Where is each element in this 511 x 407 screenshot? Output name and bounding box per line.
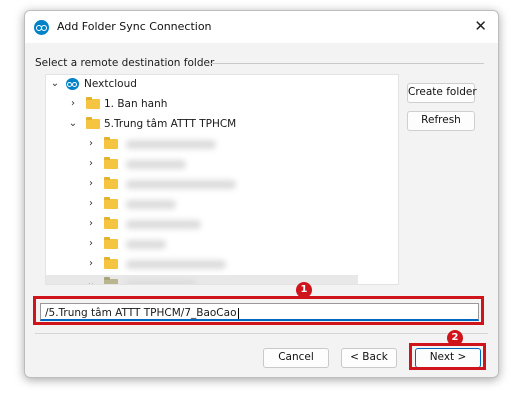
tree-item-redacted[interactable]: › <box>46 215 386 233</box>
redacted-label <box>126 220 201 229</box>
highlight-next-button <box>409 343 486 370</box>
folder-icon <box>104 237 118 249</box>
tree-item-ban-hanh[interactable]: › 1. Ban hanh <box>46 95 386 113</box>
tree-item-redacted[interactable]: › <box>46 195 386 213</box>
folder-tree[interactable]: ⌄ Nextcloud › 1. Ban hanh ⌄ 5.Trung tâm … <box>45 74 399 285</box>
chevron-right-icon[interactable]: › <box>86 195 96 213</box>
title-bar: Add Folder Sync Connection ✕ <box>25 11 498 43</box>
footer-divider <box>35 333 488 334</box>
folder-icon <box>104 217 118 229</box>
chevron-down-icon[interactable]: ⌄ <box>86 275 96 284</box>
redacted-label <box>126 160 186 169</box>
tree-item-redacted[interactable]: › <box>46 235 386 253</box>
create-folder-button[interactable]: Create folder <box>407 83 477 103</box>
redacted-label <box>126 280 196 284</box>
back-button[interactable]: < Back <box>341 348 397 368</box>
tree-item-trung-tam[interactable]: ⌄ 5.Trung tâm ATTT TPHCM <box>46 115 386 133</box>
nextcloud-icon <box>66 78 79 90</box>
chevron-right-icon[interactable]: › <box>86 255 96 273</box>
tree-item-redacted[interactable]: › <box>46 175 386 193</box>
tree-item-redacted[interactable]: › <box>46 155 386 173</box>
tree-item-nextcloud[interactable]: ⌄ Nextcloud <box>46 75 386 93</box>
chevron-right-icon[interactable]: › <box>86 215 96 233</box>
close-icon[interactable]: ✕ <box>474 17 487 35</box>
redacted-label <box>126 140 216 149</box>
chevron-right-icon[interactable]: › <box>86 155 96 173</box>
redacted-label <box>126 200 176 209</box>
chevron-right-icon[interactable]: › <box>86 135 96 153</box>
refresh-button[interactable]: Refresh <box>407 111 475 131</box>
folder-icon <box>104 177 118 189</box>
group-label: Select a remote destination folder <box>35 57 218 69</box>
redacted-label <box>126 180 236 189</box>
folder-icon <box>86 97 100 109</box>
chevron-right-icon[interactable]: › <box>86 175 96 193</box>
chevron-down-icon[interactable]: ⌄ <box>68 115 78 133</box>
tree-item-label: 5.Trung tâm ATTT TPHCM <box>104 118 237 130</box>
tree-item-redacted[interactable]: › <box>46 135 386 153</box>
step-1-badge: 1 <box>296 282 312 298</box>
folder-icon <box>104 257 118 269</box>
chevron-right-icon[interactable]: › <box>86 235 96 253</box>
tree-item-label: 1. Ban hanh <box>104 98 168 110</box>
tree-item-selected[interactable]: ⌄ <box>46 275 386 284</box>
cancel-button[interactable]: Cancel <box>263 348 329 368</box>
chevron-right-icon[interactable]: › <box>68 95 78 113</box>
redacted-label <box>126 260 226 269</box>
dialog-title: Add Folder Sync Connection <box>57 20 212 33</box>
folder-icon <box>104 157 118 169</box>
tree-item-label: Nextcloud <box>84 78 137 90</box>
group-divider <box>205 63 484 64</box>
tree-item-redacted[interactable]: › <box>46 255 386 273</box>
folder-icon <box>104 277 118 284</box>
nextcloud-app-icon <box>34 20 49 35</box>
redacted-label <box>126 240 166 249</box>
folder-icon <box>104 197 118 209</box>
chevron-down-icon[interactable]: ⌄ <box>50 75 60 93</box>
highlight-path-input <box>33 296 484 325</box>
folder-icon <box>104 137 118 149</box>
folder-icon <box>86 117 100 129</box>
step-2-badge: 2 <box>447 330 463 346</box>
